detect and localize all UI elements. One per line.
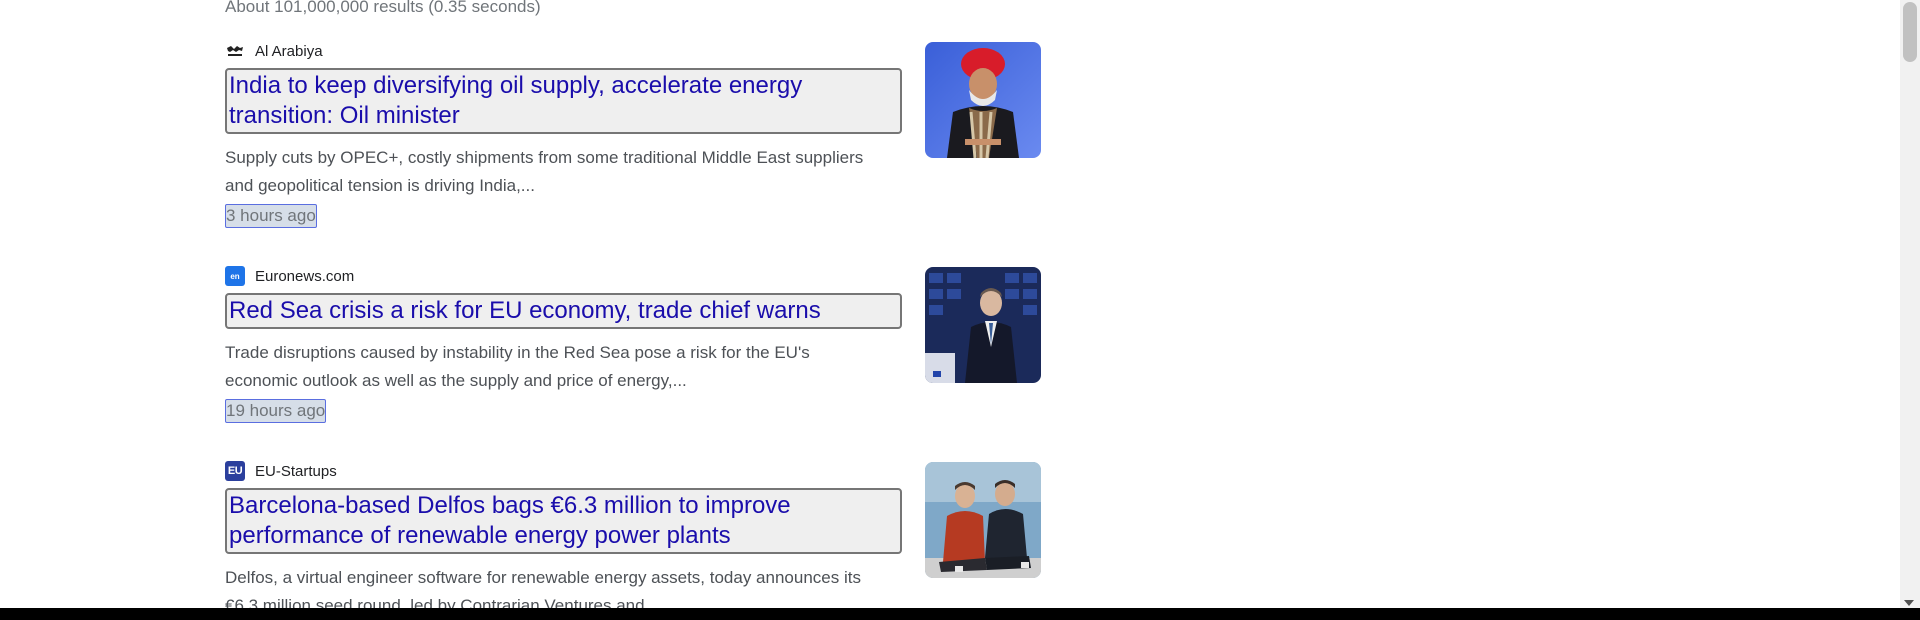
bottom-bar [0,608,1920,620]
euronews-logo-icon: en [225,266,245,286]
snippet-line: Trade disruptions caused by instability … [225,343,810,362]
result-time[interactable]: 19 hours ago [225,399,327,423]
snippet-line: Delfos, a virtual engineer software for … [225,568,861,587]
eu-startups-logo-icon: EU [225,461,245,481]
source-name: Euronews.com [255,267,355,285]
vertical-scrollbar[interactable] [1900,0,1920,608]
news-result: en Euronews.com Red Sea crisis a risk fo… [225,265,1041,423]
snippet-line: economic outlook as well as the supply a… [225,371,687,390]
snippet-line: and geopolitical tension is driving Indi… [225,176,535,195]
scrollbar-thumb[interactable] [1903,2,1917,62]
al-arabiya-logo-icon [225,41,245,61]
title-line: Red Sea crisis a risk for EU economy, tr… [229,297,821,324]
result-thumbnail[interactable] [925,267,1041,383]
result-title-link[interactable]: India to keep diversifying oil supply, a… [225,68,902,134]
title-line: Barcelona-based Delfos bags €6.3 million… [229,492,791,519]
result-snippet: Trade disruptions caused by instability … [225,339,915,395]
result-time[interactable]: 3 hours ago [225,204,317,228]
result-thumbnail[interactable] [925,462,1041,578]
news-result: EU EU-Startups Barcelona-based Delfos ba… [225,460,1041,620]
source-row[interactable]: EU EU-Startups [225,460,1041,482]
source-name: Al Arabiya [255,42,323,60]
result-title-link[interactable]: Red Sea crisis a risk for EU economy, tr… [225,293,902,329]
scroll-down-arrow-icon[interactable] [1904,600,1914,606]
snippet-line: Supply cuts by OPEC+, costly shipments f… [225,148,864,167]
title-line: transition: Oil minister [229,102,460,129]
source-name: EU-Startups [255,462,337,480]
title-line: performance of renewable energy power pl… [229,522,731,549]
news-result: Al Arabiya India to keep diversifying oi… [225,40,1041,228]
result-title-link[interactable]: Barcelona-based Delfos bags €6.3 million… [225,488,902,554]
source-row[interactable]: Al Arabiya [225,40,1041,62]
result-stats: About 101,000,000 results (0.35 seconds) [225,0,541,16]
result-thumbnail[interactable] [925,42,1041,158]
title-line: India to keep diversifying oil supply, a… [229,72,803,99]
result-snippet: Supply cuts by OPEC+, costly shipments f… [225,144,915,200]
search-results-page: About 101,000,000 results (0.35 seconds)… [0,0,1920,620]
source-row[interactable]: en Euronews.com [225,265,1041,287]
